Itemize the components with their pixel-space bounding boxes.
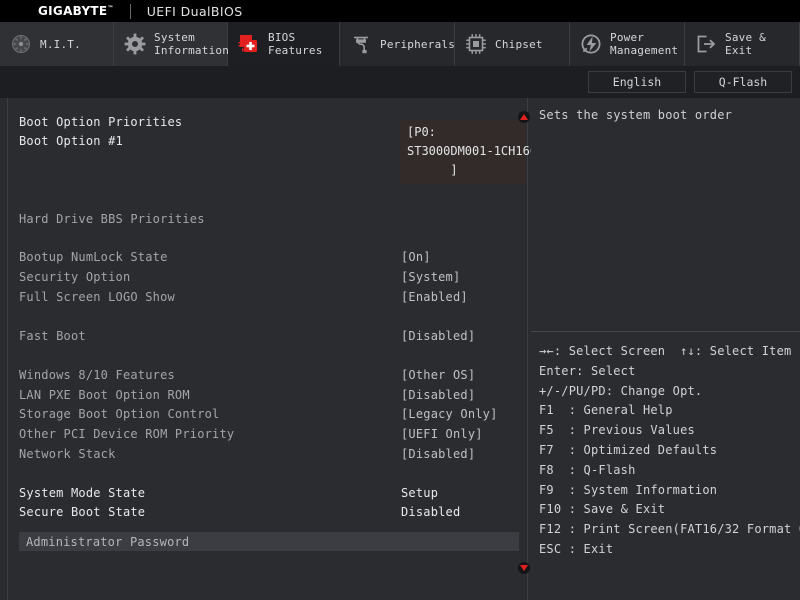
setting-label: Storage Boot Option Control: [19, 406, 220, 421]
tab-label: System Information: [154, 31, 230, 57]
exit-door-icon: [695, 33, 717, 55]
setting-value[interactable]: [Enabled]: [401, 290, 468, 304]
setting-label: Full Screen LOGO Show: [19, 289, 175, 304]
tab-power-management[interactable]: Power Management: [570, 22, 685, 66]
setting-value[interactable]: [Legacy Only]: [401, 407, 498, 421]
setting-value[interactable]: [Disabled]: [401, 388, 475, 402]
setting-row[interactable]: Hard Drive BBS Priorities: [8, 209, 529, 228]
boot-value-line-2: ST3000DM001-1CH166: [407, 144, 538, 158]
brand-subtitle: UEFI DualBIOS: [146, 3, 243, 19]
setting-label: Network Stack: [19, 446, 116, 461]
bios-chip-icon: [238, 33, 260, 55]
tab-label: BIOS Features: [268, 31, 323, 57]
gigabyte-logo: GIGABYTE™: [38, 4, 114, 18]
setting-row[interactable]: Bootup NumLock State [On]: [8, 247, 529, 266]
administrator-password-row[interactable]: Administrator Password: [19, 532, 519, 551]
key-legend-item: F8 : Q-Flash: [539, 462, 636, 477]
gear-icon: [124, 33, 146, 55]
tab-chipset[interactable]: Chipset: [455, 22, 570, 66]
main-content: Boot Option Priorities Boot Option #1 Hard…: [0, 98, 800, 600]
setting-value[interactable]: Setup: [401, 486, 438, 500]
key-legend-item: ESC : Exit: [539, 541, 614, 556]
settings-panel: Boot Option Priorities Boot Option #1 Hard…: [7, 98, 538, 600]
boot-value-line-1: [P0:: [407, 125, 436, 139]
key-legend-item: +/-/PU/PD: Change Opt.: [539, 383, 703, 398]
setting-label: Boot Option #1: [19, 133, 123, 148]
secondary-toolbar: English Q-Flash: [0, 66, 800, 98]
key-legend-item: F10 : Save & Exit: [539, 502, 666, 517]
setting-label: System Mode State: [19, 485, 146, 500]
key-legend-item: F7 : Optimized Defaults: [539, 442, 718, 457]
setting-value[interactable]: [System]: [401, 270, 460, 284]
setting-label: LAN PXE Boot Option ROM: [19, 387, 190, 402]
bios-setup-screen: GIGABYTE™ UEFI DualBIOS M.I.T. System Inf…: [0, 0, 800, 600]
tab-label: Save & Exit: [725, 31, 766, 57]
help-description: Sets the system boot order: [539, 108, 733, 122]
key-legend-item: Enter: Select: [539, 363, 636, 378]
setting-row[interactable]: Windows 8/10 Features [Other OS]: [8, 365, 529, 384]
key-legend-item: F1 : General Help: [539, 403, 673, 418]
setting-label: Security Option: [19, 269, 131, 284]
tab-save-exit[interactable]: Save & Exit: [685, 22, 800, 66]
setting-label: Secure Boot State: [19, 504, 146, 519]
boot-option-1-value[interactable]: [P0: ST3000DM001-1CH166 ]: [400, 120, 538, 184]
setting-row[interactable]: Secure Boot State Disabled: [8, 502, 529, 521]
key-legend: →←: Select Screen ↑↓: Select Item Enter: …: [539, 342, 800, 560]
setting-label: Other PCI Device ROM Priority: [19, 426, 235, 441]
qflash-button[interactable]: Q-Flash: [694, 71, 792, 93]
boot-value-line-3: ]: [450, 163, 458, 177]
scroll-down-arrow[interactable]: [518, 562, 530, 574]
setting-row[interactable]: Storage Boot Option Control [Legacy Only]: [8, 404, 529, 423]
tab-label: Chipset: [495, 37, 543, 51]
setting-row[interactable]: LAN PXE Boot Option ROM [Disabled]: [8, 385, 529, 404]
help-panel-divider: [531, 331, 800, 332]
setting-value[interactable]: [Other OS]: [401, 368, 475, 382]
scroll-up-arrow[interactable]: [518, 111, 530, 123]
trademark-icon: ™: [107, 5, 114, 12]
setting-row[interactable]: Network Stack [Disabled]: [8, 444, 529, 463]
setting-value[interactable]: [Disabled]: [401, 447, 475, 461]
tab-label: Power Management: [610, 31, 679, 57]
setting-label: Windows 8/10 Features: [19, 367, 175, 382]
chip-icon: [465, 33, 487, 55]
setting-row[interactable]: Fast Boot [Disabled]: [8, 326, 529, 345]
key-legend-item: →←: Select Screen ↑↓: Select Item: [539, 344, 792, 358]
setting-label: Boot Option Priorities: [19, 114, 183, 129]
setting-value[interactable]: Disabled: [401, 505, 460, 519]
tab-m-i-t[interactable]: M.I.T.: [0, 22, 114, 66]
cpu-fan-icon: [10, 33, 32, 55]
administrator-password-label: Administrator Password: [26, 534, 190, 549]
setting-row[interactable]: Other PCI Device ROM Priority [UEFI Only]: [8, 424, 529, 443]
main-tab-bar: M.I.T. System Information BIOS Features Per…: [0, 22, 800, 66]
tab-bios-features[interactable]: BIOS Features: [228, 22, 340, 66]
scroll-up-arrow-icon: [520, 114, 528, 120]
language-button[interactable]: English: [588, 71, 686, 93]
brand-bar: GIGABYTE™ UEFI DualBIOS: [0, 0, 800, 22]
setting-value[interactable]: [On]: [401, 250, 431, 264]
gigabyte-logo-text: GIGABYTE: [38, 4, 108, 18]
help-panel: Sets the system boot order →←: Select Sc…: [531, 98, 800, 600]
brand-divider: [129, 3, 131, 19]
key-legend-item: F12 : Print Screen(FAT16/32 Format Only): [539, 522, 800, 537]
setting-value[interactable]: [Disabled]: [401, 329, 475, 343]
setting-label: Fast Boot: [19, 328, 86, 343]
lightning-icon: [580, 33, 602, 55]
key-legend-item: F5 : Previous Values: [539, 423, 695, 438]
setting-row[interactable]: Security Option [System]: [8, 267, 529, 286]
key-legend-item: F9 : System Information: [539, 482, 718, 497]
tab-system-information[interactable]: System Information: [114, 22, 230, 66]
plug-icon: [350, 33, 372, 55]
setting-row[interactable]: System Mode State Setup: [8, 483, 529, 502]
setting-row[interactable]: Full Screen LOGO Show [Enabled]: [8, 287, 529, 306]
tab-label: M.I.T.: [40, 37, 81, 51]
setting-label: Hard Drive BBS Priorities: [19, 211, 205, 226]
tab-label: Peripherals: [380, 37, 456, 51]
scroll-down-arrow-icon: [520, 565, 528, 571]
setting-label: Bootup NumLock State: [19, 249, 168, 264]
tab-peripherals[interactable]: Peripherals: [340, 22, 455, 66]
setting-value[interactable]: [UEFI Only]: [401, 427, 483, 441]
